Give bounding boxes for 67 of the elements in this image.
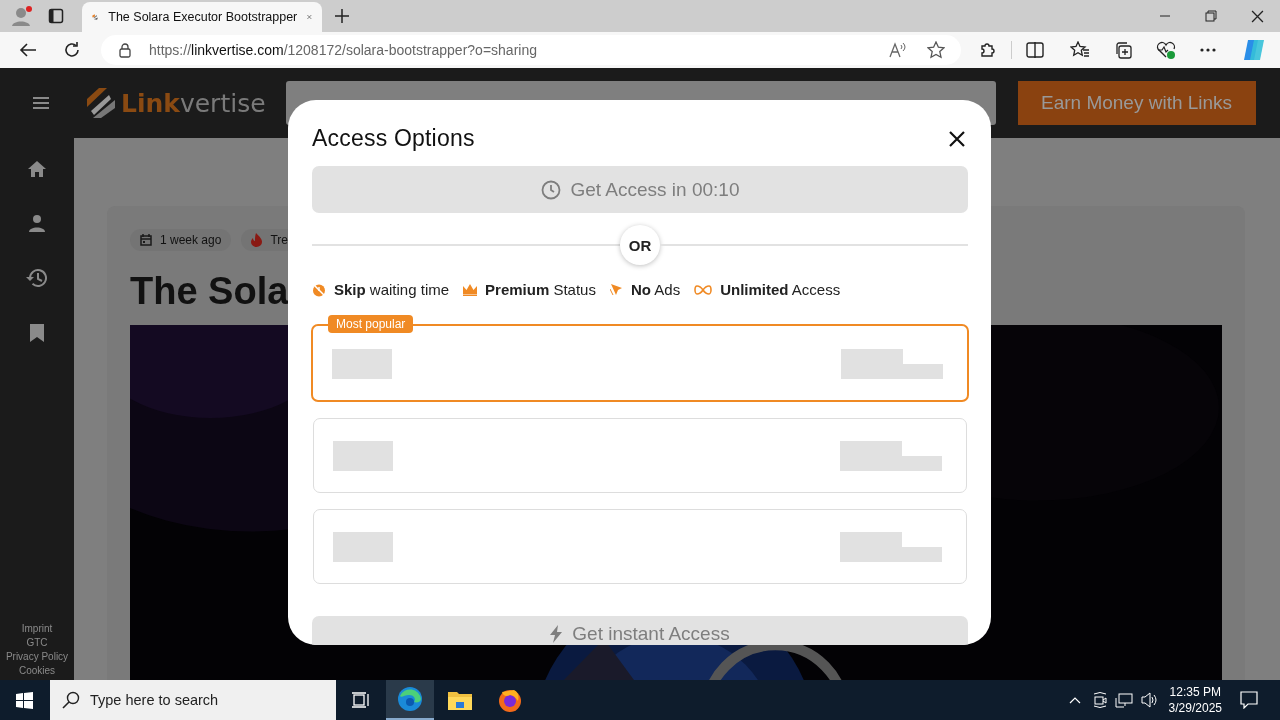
collections-icon[interactable] xyxy=(1114,41,1132,59)
menu-icon[interactable] xyxy=(33,97,49,109)
footer-link[interactable]: Cookies xyxy=(18,665,56,676)
logo-icon xyxy=(85,87,117,119)
infinity-icon xyxy=(694,284,713,295)
article-title: The Sola xyxy=(130,271,289,313)
loading-placeholder xyxy=(333,440,393,471)
loading-placeholder xyxy=(333,531,393,562)
volume-icon[interactable] xyxy=(1140,692,1159,708)
lock-icon xyxy=(119,42,131,58)
taskbar-search-field[interactable]: Type here to search xyxy=(50,680,336,720)
profile-icon[interactable] xyxy=(10,4,34,28)
more-icon[interactable] xyxy=(1200,48,1216,52)
edge-icon xyxy=(397,686,423,712)
loading-placeholder xyxy=(332,349,392,379)
tab-actions-icon[interactable] xyxy=(48,8,64,24)
feature-text: Premium Status xyxy=(485,281,596,298)
crown-icon xyxy=(463,283,478,296)
feature-text: Unlimited Access xyxy=(720,281,841,298)
browser-tab[interactable]: The Solara Executor Bootstrapper xyxy=(82,2,322,32)
footer-link[interactable]: GTC xyxy=(26,637,48,648)
extensions-icon[interactable] xyxy=(979,41,997,59)
feature-text: No Ads xyxy=(630,281,681,298)
back-icon[interactable] xyxy=(19,42,37,58)
tab-title: The Solara Executor Bootstrapper xyxy=(108,10,298,24)
timer-off-icon xyxy=(312,282,326,297)
edge-taskbar-button[interactable] xyxy=(386,680,434,720)
close-icon[interactable] xyxy=(1251,9,1264,23)
split-screen-icon[interactable] xyxy=(1026,42,1044,58)
clock-date[interactable]: 3/29/2025 xyxy=(1168,701,1222,715)
favorites-icon[interactable] xyxy=(1070,41,1090,59)
calendar-icon xyxy=(140,234,152,246)
copilot-icon[interactable] xyxy=(1242,38,1266,62)
bolt-icon xyxy=(550,625,563,643)
windows-icon[interactable] xyxy=(16,691,33,709)
url-text: https://linkvertise.com/1208172/solara-bootstrapper?o=sharing xyxy=(149,42,537,58)
task-view-icon[interactable] xyxy=(352,691,370,709)
footer-link[interactable]: Privacy Policy xyxy=(5,651,69,662)
dialog-title: Access Options xyxy=(312,125,475,152)
notification-icon[interactable] xyxy=(1240,691,1258,709)
network-icon[interactable] xyxy=(1114,692,1133,708)
history-icon[interactable] xyxy=(26,268,48,288)
site-logo[interactable]: Linkvertise xyxy=(121,88,266,118)
search-icon xyxy=(62,691,80,709)
close-icon[interactable] xyxy=(949,130,965,147)
feature-text: Skip waiting time xyxy=(334,281,450,298)
folder-icon xyxy=(448,690,472,710)
star-icon[interactable] xyxy=(927,41,945,59)
restore-icon[interactable] xyxy=(1205,10,1217,22)
chevron-up-icon[interactable] xyxy=(1068,696,1081,704)
home-icon[interactable] xyxy=(27,160,47,178)
health-icon[interactable] xyxy=(1156,41,1176,59)
footer-link[interactable]: Imprint xyxy=(21,623,53,634)
reload-icon[interactable] xyxy=(63,41,81,59)
read-aloud-icon[interactable] xyxy=(889,42,907,58)
info-chip: 1 week ago xyxy=(130,229,232,251)
cursor-icon xyxy=(609,283,623,296)
profile-icon[interactable] xyxy=(28,214,46,232)
camera-icon[interactable] xyxy=(1092,692,1107,708)
new-tab-icon[interactable] xyxy=(334,8,350,24)
address-bar[interactable]: https://linkvertise.com/1208172/solara-bootstrapper?o=sharing xyxy=(101,35,961,65)
plan-badge: Most popular xyxy=(328,315,414,333)
flame-icon xyxy=(251,233,263,247)
clock-icon xyxy=(540,179,561,200)
clock-time[interactable]: 12:35 PM xyxy=(1169,685,1221,699)
firefox-icon xyxy=(498,688,522,712)
bookmark-icon[interactable] xyxy=(30,324,44,342)
